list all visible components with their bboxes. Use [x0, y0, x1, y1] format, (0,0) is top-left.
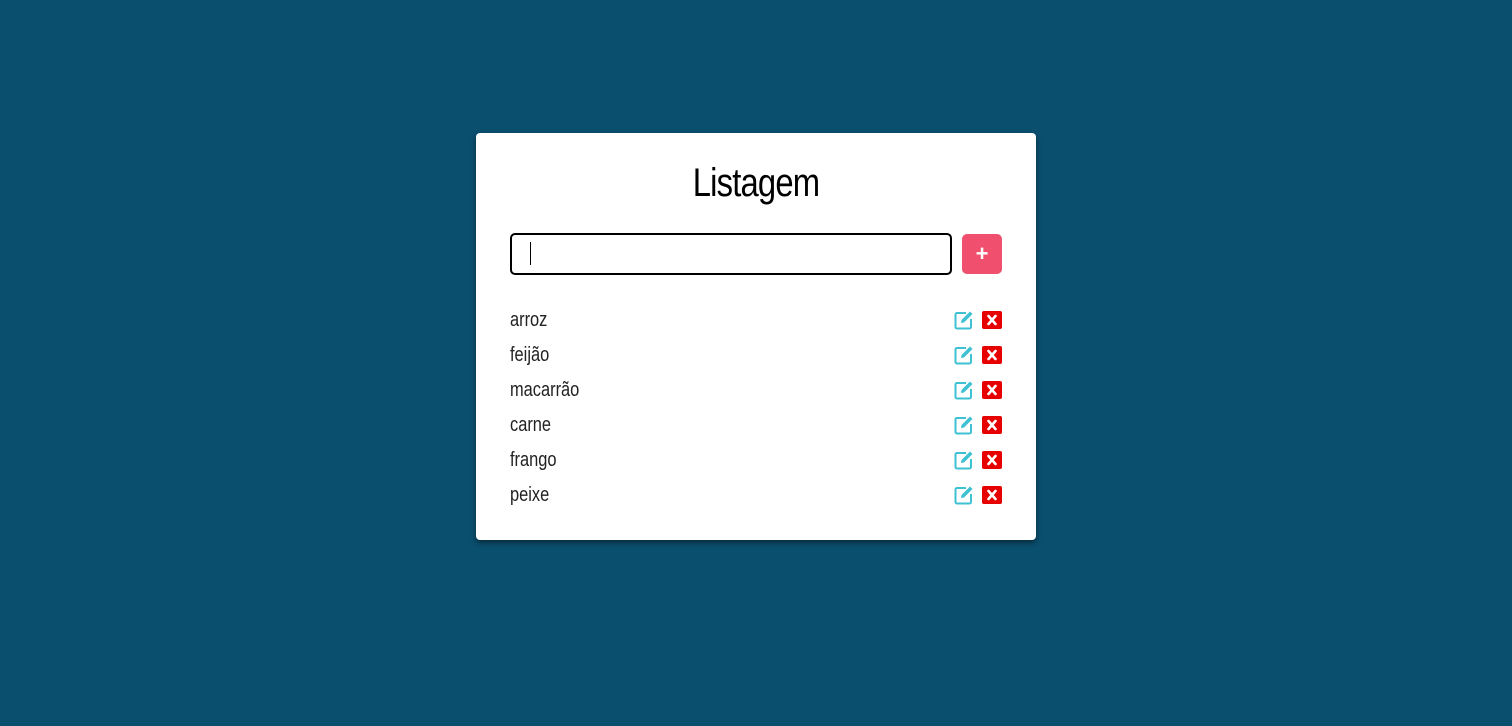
close-icon[interactable] — [982, 451, 1002, 469]
edit-icon[interactable] — [954, 485, 974, 505]
item-actions — [954, 345, 1002, 365]
list-item: macarrão — [510, 375, 1002, 410]
item-label: carne — [510, 414, 552, 436]
list-item: feijão — [510, 340, 1002, 375]
new-item-row: + — [510, 233, 1002, 275]
add-item-button[interactable]: + — [962, 234, 1002, 274]
list-item: frango — [510, 445, 1002, 480]
list-item: peixe — [510, 480, 1002, 515]
edit-icon[interactable] — [954, 345, 974, 365]
item-actions — [954, 380, 1002, 400]
close-icon[interactable] — [982, 486, 1002, 504]
page-title: Listagem — [692, 161, 820, 205]
item-label: arroz — [510, 309, 548, 331]
close-icon[interactable] — [982, 381, 1002, 399]
item-label: peixe — [510, 484, 550, 506]
item-label: frango — [510, 449, 557, 471]
list-item: carne — [510, 410, 1002, 445]
item-actions — [954, 450, 1002, 470]
item-list: arroz feijão macarrão carne frango peixe — [510, 305, 1002, 515]
close-icon[interactable] — [982, 416, 1002, 434]
item-actions — [954, 310, 1002, 330]
edit-icon[interactable] — [954, 450, 974, 470]
edit-icon[interactable] — [954, 380, 974, 400]
close-icon[interactable] — [982, 346, 1002, 364]
close-icon[interactable] — [982, 311, 1002, 329]
item-label: feijão — [510, 344, 550, 366]
list-item: arroz — [510, 305, 1002, 340]
item-actions — [954, 415, 1002, 435]
edit-icon[interactable] — [954, 415, 974, 435]
list-card: Listagem + arroz feijão macarrão carne f… — [476, 133, 1036, 540]
edit-icon[interactable] — [954, 310, 974, 330]
new-item-input[interactable] — [510, 233, 952, 275]
item-actions — [954, 485, 1002, 505]
item-label: macarrão — [510, 379, 580, 401]
text-caret — [530, 242, 531, 265]
